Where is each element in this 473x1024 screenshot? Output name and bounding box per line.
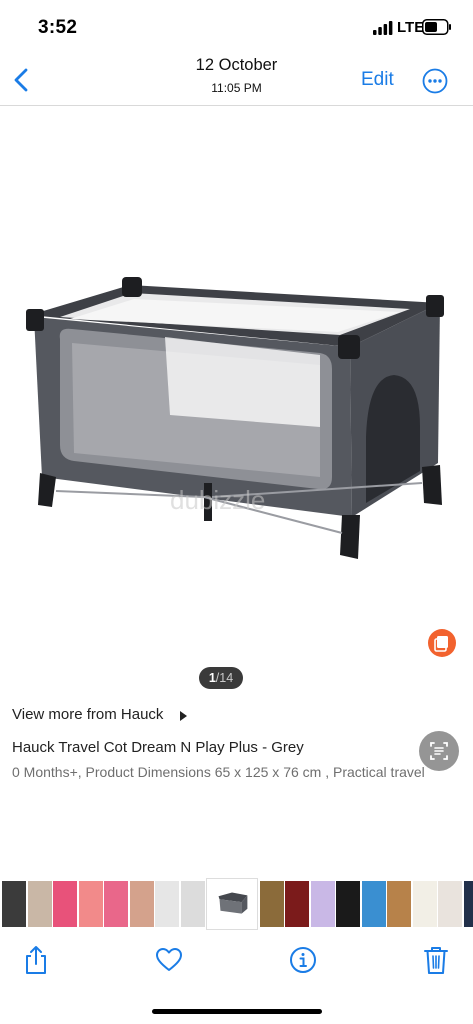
heart-icon[interactable] <box>154 944 184 976</box>
caret-right-icon <box>180 711 187 721</box>
live-text-scan-icon[interactable] <box>419 731 459 771</box>
watermark-text: dubizzle <box>170 485 265 515</box>
thumbnail[interactable] <box>78 881 103 927</box>
thumbnail[interactable] <box>387 881 411 927</box>
thumbnail[interactable] <box>155 881 179 927</box>
network-label: LTE <box>397 19 425 36</box>
pager-total: 14 <box>219 671 234 685</box>
edit-button[interactable]: Edit <box>361 69 394 91</box>
thumbnail[interactable] <box>180 881 205 927</box>
page-title: 12 October <box>195 56 278 74</box>
view-more-link[interactable]: View more from Hauck <box>12 706 163 723</box>
home-indicator[interactable] <box>152 1009 322 1014</box>
thumbnail[interactable] <box>310 881 335 927</box>
share-icon[interactable] <box>21 944 51 976</box>
info-icon[interactable] <box>288 944 318 976</box>
thumbnail[interactable] <box>438 881 462 927</box>
page-subtitle: 11:05 PM <box>211 81 262 95</box>
bottom-toolbar <box>0 930 473 990</box>
thumbnail[interactable] <box>463 881 473 927</box>
thumbnail[interactable] <box>285 881 309 927</box>
travel-cot-image: dubizzle <box>26 277 444 559</box>
thumbnail[interactable] <box>336 881 360 927</box>
status-bar: 3:52 LTE <box>0 0 473 48</box>
thumbnail[interactable] <box>361 881 386 927</box>
thumbnail-strip[interactable] <box>0 878 473 930</box>
nav-bar: 12 October 11:05 PM Edit <box>0 48 473 106</box>
thumbnail[interactable] <box>104 881 128 927</box>
thumbnail[interactable] <box>259 881 284 927</box>
product-description: 0 Months+, Product Dimensions 65 x 125 x… <box>12 764 425 780</box>
copy-icon[interactable] <box>428 629 456 657</box>
pager-current: 1 <box>208 671 216 685</box>
image-pager: 1/14 <box>199 667 243 689</box>
battery-icon <box>422 19 451 35</box>
thumbnail[interactable] <box>129 881 154 927</box>
trash-icon[interactable] <box>421 944 451 976</box>
thumbnail[interactable] <box>27 881 52 927</box>
product-title: Hauck Travel Cot Dream N Play Plus - Gre… <box>12 739 304 756</box>
signal-icon <box>373 21 393 35</box>
photo-content[interactable]: dubizzle 1/14 View more from Hauck Hauck… <box>0 107 473 879</box>
status-time: 3:52 <box>38 17 78 38</box>
thumbnail[interactable] <box>2 881 26 927</box>
thumbnail[interactable] <box>412 881 437 927</box>
thumbnail[interactable] <box>53 881 77 927</box>
thumbnail-selected[interactable] <box>206 878 258 930</box>
more-options-icon[interactable] <box>422 68 448 94</box>
